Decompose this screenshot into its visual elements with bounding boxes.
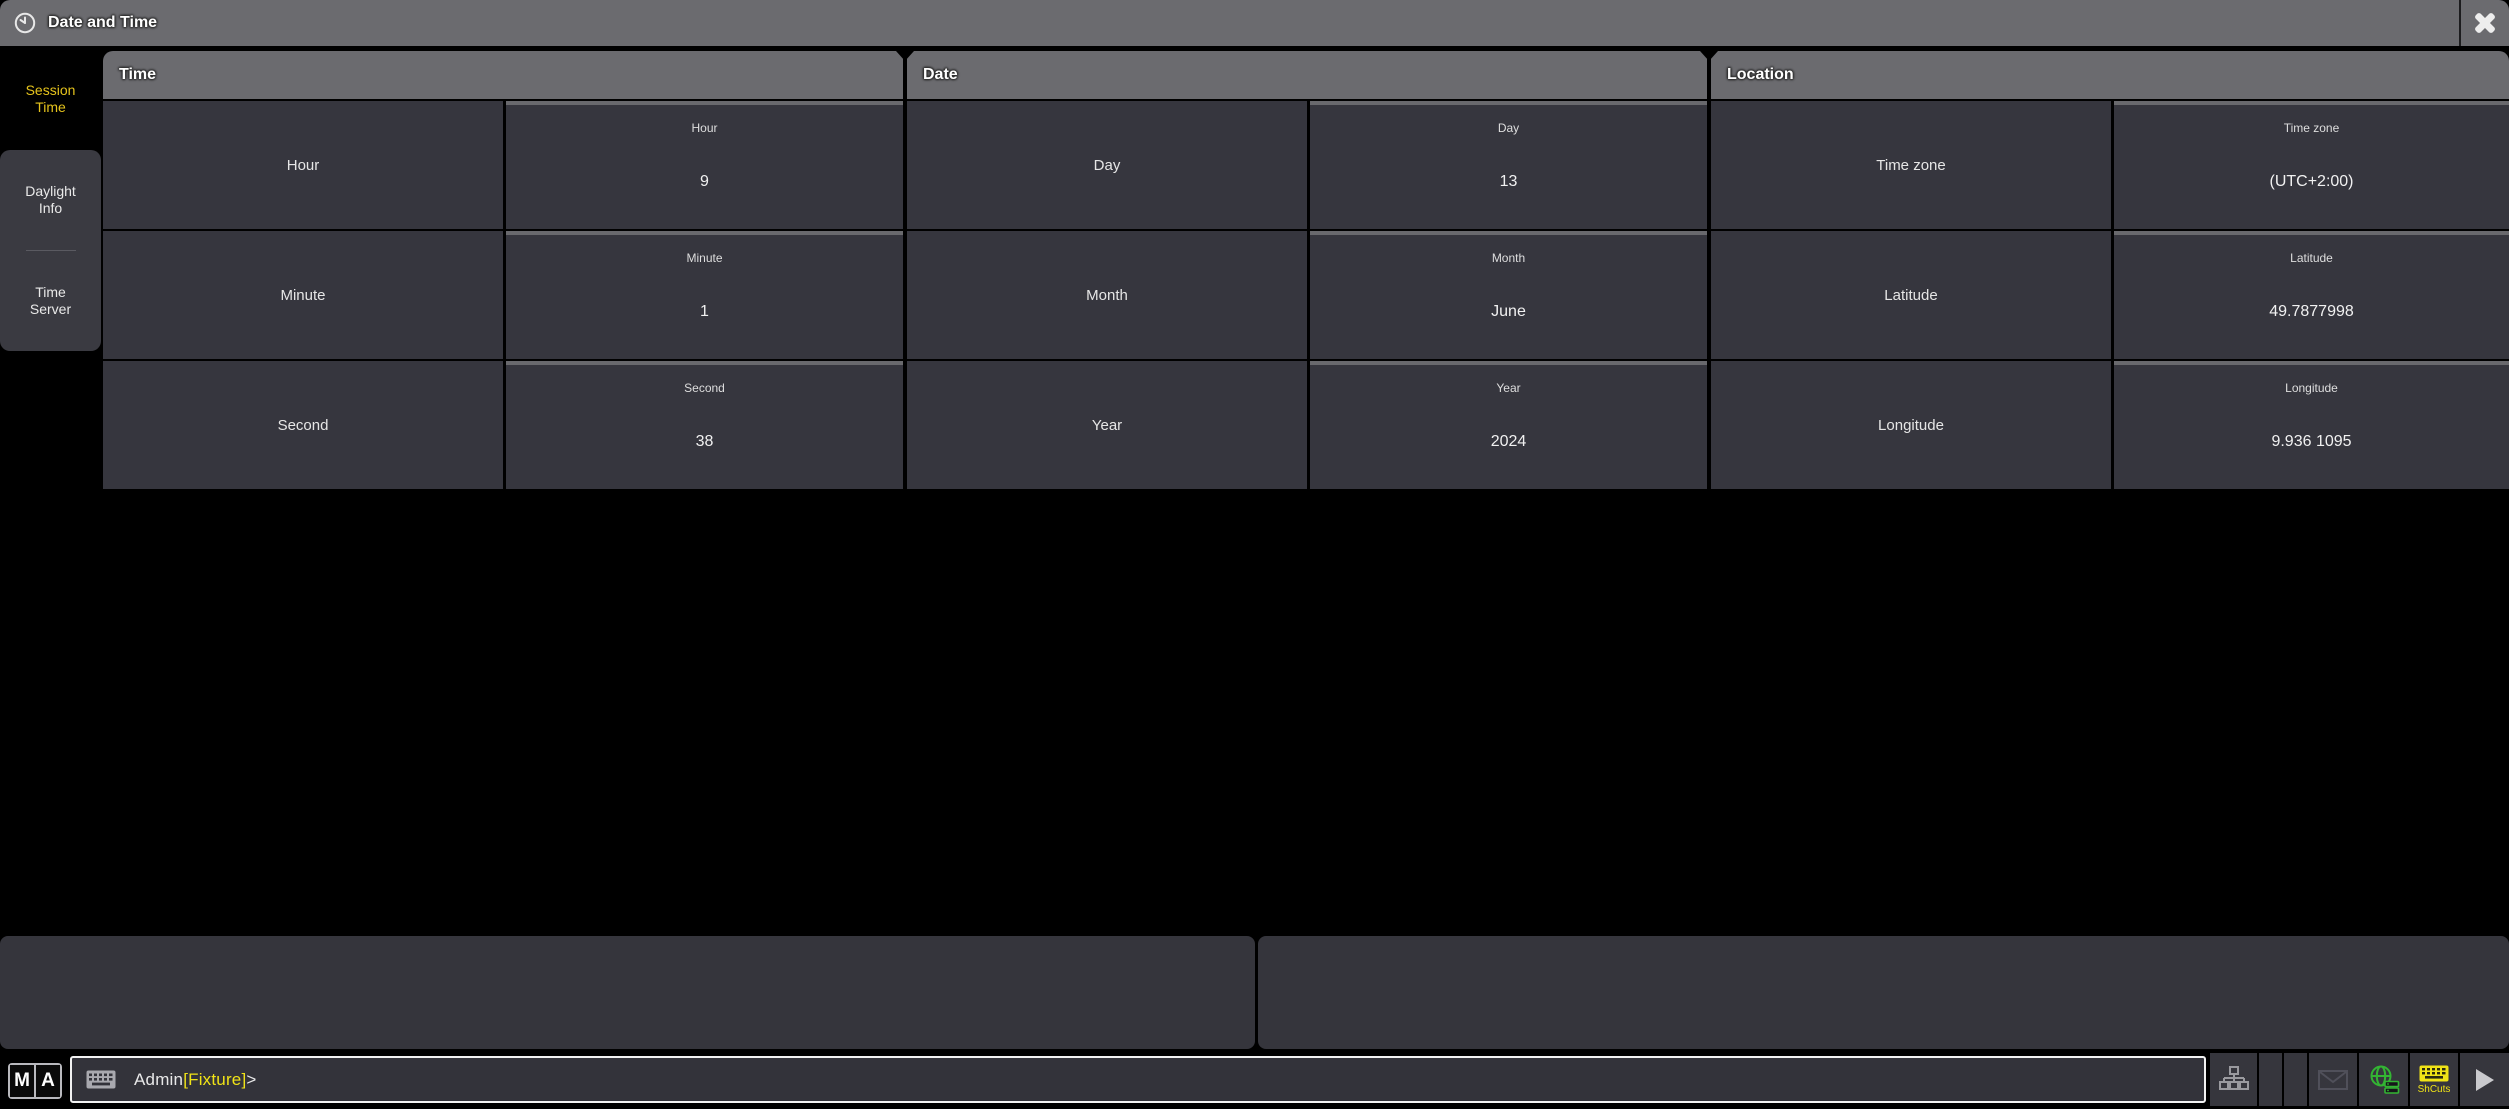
section-time: Time Hour Hour 9 Minute Minute 1 Second [103, 51, 903, 489]
play-button[interactable] [2460, 1053, 2509, 1106]
row-label-longitude: Longitude [1711, 361, 2111, 489]
status-button-1[interactable] [2259, 1053, 2282, 1106]
row-label-month: Month [907, 231, 1307, 359]
row-label-second: Second [103, 361, 503, 489]
command-line-input[interactable]: Admin[Fixture]> [70, 1056, 2206, 1103]
keyboard-icon [86, 1070, 116, 1089]
cell-caption: Second [506, 381, 903, 395]
shortcuts-button[interactable]: ShCuts [2410, 1053, 2458, 1106]
table-row: Hour Hour 9 [103, 101, 903, 229]
latitude-value-cell[interactable]: Latitude 49.7877998 [2114, 231, 2509, 359]
cell-value: 1 [506, 303, 903, 321]
table-row: Month Month June [907, 231, 1707, 359]
ma-menu-button[interactable]: M A [8, 1063, 62, 1099]
section-location-header: Location [1711, 51, 2509, 99]
cell-caption: Hour [506, 121, 903, 135]
section-time-title: Time [119, 66, 156, 84]
sidebar-item-time-server[interactable]: Time Server [0, 251, 101, 351]
command-prompt-target: [Fixture] [183, 1070, 246, 1089]
window-title: Date and Time [48, 14, 157, 32]
table-row: Year Year 2024 [907, 361, 1707, 489]
row-label-day: Day [907, 101, 1307, 229]
shortcuts-keyboard-icon [2419, 1065, 2449, 1082]
shortcuts-label: ShCuts [2418, 1084, 2451, 1095]
date-and-time-window: Date and Time Session Time Daylight Info… [0, 0, 2509, 1109]
cell-value: 9.936 1095 [2114, 433, 2509, 451]
section-date: Date Day Day 13 Month Month June Year [907, 51, 1707, 489]
cell-caption: Day [1310, 121, 1707, 135]
globe-server-icon [2368, 1065, 2400, 1094]
table-row: Day Day 13 [907, 101, 1707, 229]
cell-value: June [1310, 303, 1707, 321]
section-divider-notch [896, 51, 914, 61]
window-titlebar: Date and Time [0, 0, 2509, 46]
minute-value-cell[interactable]: Minute 1 [506, 231, 903, 359]
table-row: Second Second 38 [103, 361, 903, 489]
section-time-header: Time [103, 51, 903, 99]
row-label-hour: Hour [103, 101, 503, 229]
cell-caption: Time zone [2114, 121, 2509, 135]
cell-value: 9 [506, 173, 903, 191]
table-row: Longitude Longitude 9.936 1095 [1711, 361, 2509, 489]
cell-caption: Minute [506, 251, 903, 265]
year-value-cell[interactable]: Year 2024 [1310, 361, 1707, 489]
ma-logo-letter-m: M [10, 1065, 34, 1097]
hour-value-cell[interactable]: Hour 9 [506, 101, 903, 229]
status-button-2[interactable] [2284, 1053, 2307, 1106]
month-value-cell[interactable]: Month June [1310, 231, 1707, 359]
cell-value: (UTC+2:00) [2114, 173, 2509, 191]
cell-value: 38 [506, 433, 903, 451]
cell-caption: Year [1310, 381, 1707, 395]
second-value-cell[interactable]: Second 38 [506, 361, 903, 489]
table-row: Latitude Latitude 49.7877998 [1711, 231, 2509, 359]
section-location-title: Location [1727, 66, 1794, 84]
clock-icon [14, 12, 36, 34]
section-date-title: Date [923, 66, 958, 84]
messages-button[interactable] [2309, 1053, 2357, 1106]
section-location: Location Time zone Time zone (UTC+2:00) … [1711, 51, 2509, 489]
close-button[interactable] [2459, 0, 2509, 46]
close-icon [2471, 9, 2499, 37]
cell-caption: Month [1310, 251, 1707, 265]
day-value-cell[interactable]: Day 13 [1310, 101, 1707, 229]
play-icon [2475, 1068, 2495, 1092]
table-row: Time zone Time zone (UTC+2:00) [1711, 101, 2509, 229]
ma-logo-letter-a: A [36, 1065, 60, 1097]
time-zone-value-cell[interactable]: Time zone (UTC+2:00) [2114, 101, 2509, 229]
sidebar-tab-group: Daylight Info Time Server [0, 150, 101, 351]
sidebar-item-daylight-info[interactable]: Daylight Info [0, 150, 101, 250]
cell-value: 2024 [1310, 433, 1707, 451]
command-prompt-user: Admin [134, 1070, 183, 1089]
command-prompt-caret: > [246, 1070, 256, 1089]
section-date-header: Date [907, 51, 1707, 99]
command-prompt: Admin[Fixture]> [134, 1070, 257, 1090]
network-hierarchy-icon [2219, 1066, 2249, 1093]
longitude-value-cell[interactable]: Longitude 9.936 1095 [2114, 361, 2509, 489]
sidebar-item-session-time[interactable]: Session Time [0, 50, 101, 148]
cell-caption: Latitude [2114, 251, 2509, 265]
envelope-icon [2318, 1070, 2348, 1090]
table-row: Minute Minute 1 [103, 231, 903, 359]
row-label-time-zone: Time zone [1711, 101, 2111, 229]
network-button[interactable] [2210, 1053, 2257, 1106]
row-label-year: Year [907, 361, 1307, 489]
section-divider-notch [1700, 51, 1718, 61]
cell-caption: Longitude [2114, 381, 2509, 395]
empty-view-panel-left [0, 936, 1255, 1049]
empty-view-panel-right [1258, 936, 2509, 1049]
cell-value: 13 [1310, 173, 1707, 191]
network-status-button[interactable] [2359, 1053, 2408, 1106]
cell-value: 49.7877998 [2114, 303, 2509, 321]
row-label-minute: Minute [103, 231, 503, 359]
row-label-latitude: Latitude [1711, 231, 2111, 359]
